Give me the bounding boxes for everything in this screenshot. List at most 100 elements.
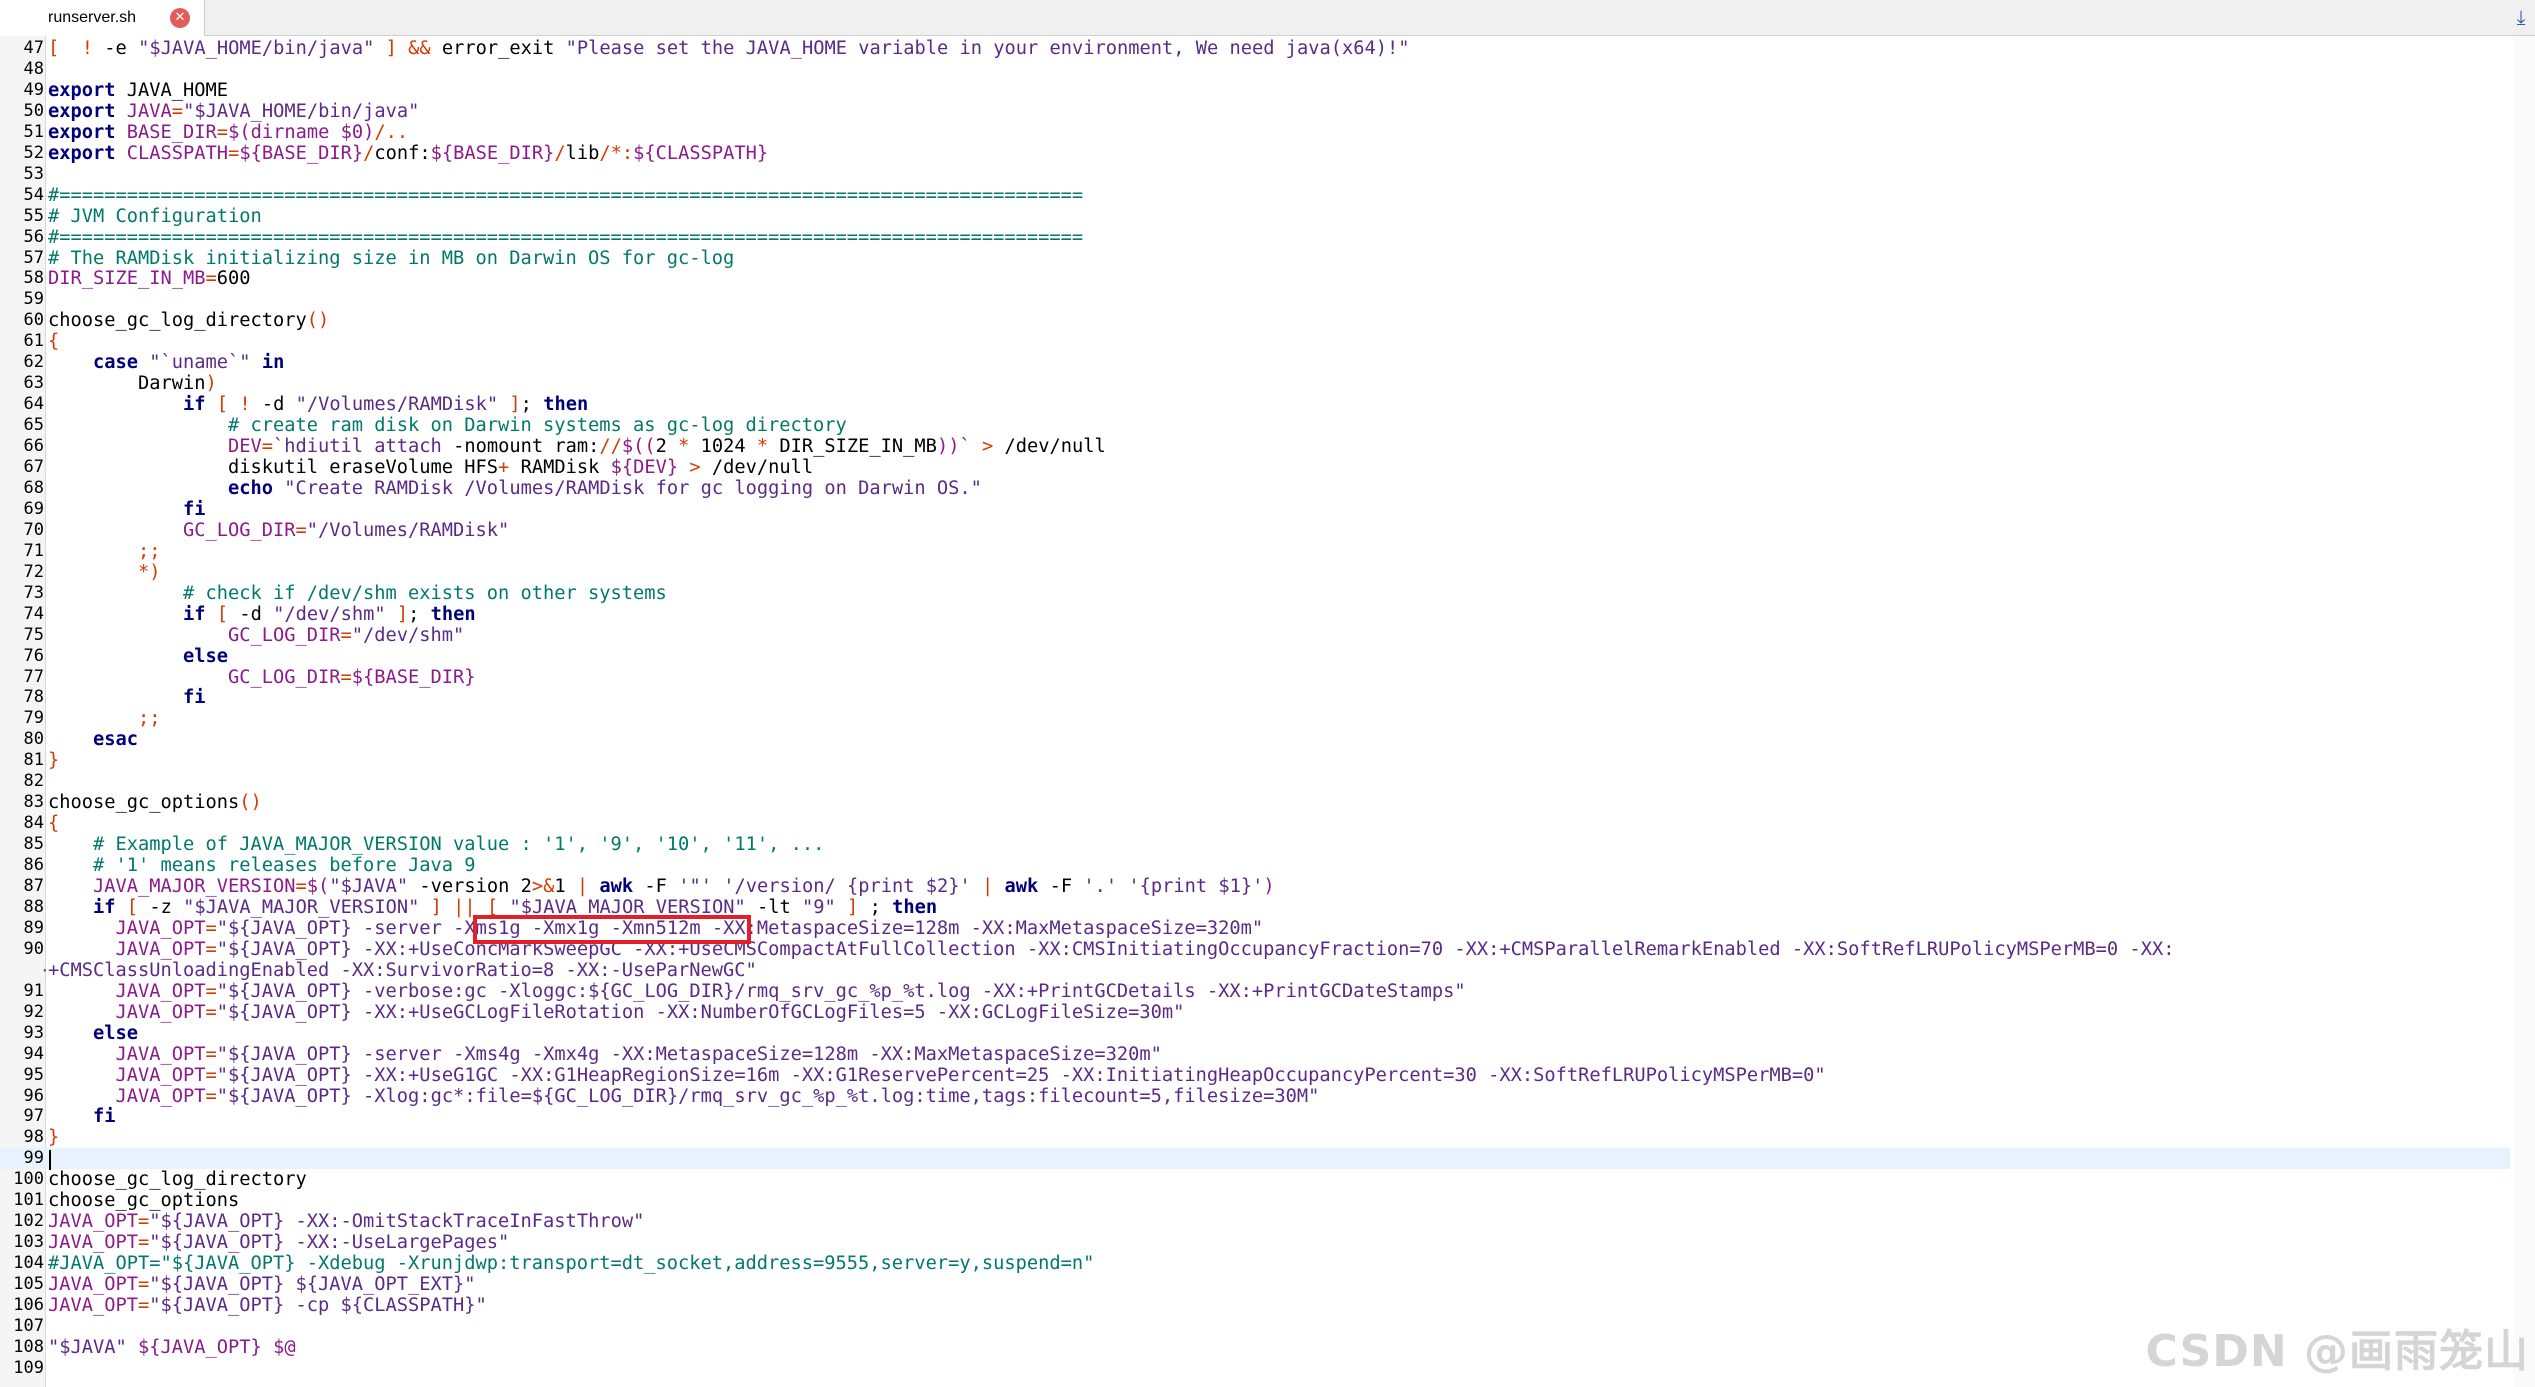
code-line[interactable]: 92 JAVA_OPT="${JAVA_OPT} -XX:+UseGCLogFi…	[0, 1002, 2510, 1023]
code-line[interactable]: 82	[0, 771, 2510, 792]
line-number: 75	[23, 624, 44, 645]
close-icon[interactable]: ✕	[170, 8, 190, 28]
code-token: =	[295, 876, 307, 897]
code-line[interactable]: 93 else	[0, 1023, 2510, 1044]
code-line[interactable]: 78 fi	[0, 687, 2510, 708]
code-line[interactable]: 97 fi	[0, 1106, 2510, 1127]
line-number: 55	[23, 205, 44, 226]
code-line[interactable]: 99	[0, 1148, 2510, 1170]
code-line[interactable]: 91 JAVA_OPT="${JAVA_OPT} -verbose:gc -Xl…	[0, 981, 2510, 1002]
code-token: 1	[554, 876, 577, 897]
code-line[interactable]: 104 #JAVA_OPT="${JAVA_OPT} -Xdebug -Xrunj…	[0, 1253, 2510, 1274]
line-number: 78	[23, 687, 44, 708]
code-line[interactable]: 98}	[0, 1127, 2510, 1148]
code-line[interactable]: 62 case "`uname`" in	[0, 352, 2510, 373]
code-line[interactable]: 96 JAVA_OPT="${JAVA_OPT} -Xlog:gc*:file=…	[0, 1086, 2510, 1107]
code-token: if	[93, 896, 116, 918]
code-line[interactable]: 77 GC_LOG_DIR=${BASE_DIR}	[0, 667, 2510, 688]
code-line[interactable]: 66 DEV=`hdiutil attach -nomount ram://$(…	[0, 436, 2510, 457]
down-arrow-icon[interactable]: ⤓	[2509, 5, 2533, 29]
code-line[interactable]: 107	[0, 1316, 2510, 1337]
code-line[interactable]: 94 JAVA_OPT="${JAVA_OPT} -server -Xms4g …	[0, 1044, 2510, 1065]
line-number: 85	[23, 834, 44, 855]
line-number: 69	[23, 498, 44, 519]
code-line[interactable]: 84{	[0, 813, 2510, 834]
code-line[interactable]: 74 if [ -d "/dev/shm" ]; then	[0, 604, 2510, 625]
code-token: ]	[396, 603, 409, 625]
code-line[interactable]: 108 "$JAVA" ${JAVA_OPT} $@	[0, 1337, 2510, 1358]
code-token: =	[205, 1001, 217, 1023]
code-line[interactable]: 69 fi	[0, 499, 2510, 520]
code-token: "/Volumes/RAMDisk"	[295, 394, 499, 416]
code-line[interactable]: 103 JAVA_OPT="${JAVA_OPT} -XX:-UseLargePa…	[0, 1232, 2510, 1253]
code-line[interactable]: 73 # check if /dev/shm exists on other s…	[0, 583, 2510, 604]
code-line[interactable]: 58 DIR_SIZE_IN_MB=600	[0, 268, 2510, 289]
code-line[interactable]: 86 # '1' means releases before Java 9	[0, 855, 2510, 876]
code-line[interactable]: 95 JAVA_OPT="${JAVA_OPT} -XX:+UseG1GC -X…	[0, 1065, 2510, 1086]
code-token: '{print $1}'	[1128, 876, 1264, 897]
code-line[interactable]: 81}	[0, 750, 2510, 771]
code-line[interactable]: 83 choose_gc_options()	[0, 792, 2510, 813]
tab-runserver[interactable]: runserver.sh ✕	[0, 0, 205, 36]
code-line[interactable]: 70 GC_LOG_DIR="/Volumes/RAMDisk"	[0, 520, 2510, 541]
line-number: 65	[23, 415, 44, 436]
code-line[interactable]: 64 if [ ! -d "/Volumes/RAMDisk" ]; then	[0, 394, 2510, 415]
code-line[interactable]: 76 else	[0, 646, 2510, 667]
code-line[interactable]: 79 ;;	[0, 708, 2510, 729]
code-line[interactable]: 48	[0, 59, 2510, 80]
code-line[interactable]: 59	[0, 289, 2510, 310]
code-line[interactable]: 72 *)	[0, 562, 2510, 583]
code-line[interactable]: 52 export CLASSPATH=${BASE_DIR}/conf:${BA…	[0, 143, 2510, 164]
line-code: GC_LOG_DIR="/Volumes/RAMDisk"	[48, 520, 509, 541]
code-line[interactable]: 60 choose_gc_log_directory()	[0, 310, 2510, 331]
code-token: ${BASE_DIR}	[430, 142, 555, 164]
code-line[interactable]: 63 Darwin)	[0, 373, 2510, 394]
code-token: choose_gc_options	[48, 792, 240, 814]
code-line[interactable]: 50 export JAVA="$JAVA_HOME/bin/java"	[0, 101, 2510, 122]
code-token: -e	[93, 38, 139, 59]
code-line[interactable]: · +CMSClassUnloadingEnabled -XX:SurvivorR…	[0, 960, 2510, 981]
code-line[interactable]: 55 # JVM Configuration	[0, 206, 2510, 227]
code-line[interactable]: 51 export BASE_DIR=$(dirname $0)/..	[0, 122, 2510, 143]
code-token: JAVA_OPT	[48, 1295, 139, 1316]
code-line[interactable]: 105 JAVA_OPT="${JAVA_OPT} ${JAVA_OPT_EXT}…	[0, 1274, 2510, 1295]
code-line[interactable]: 75 GC_LOG_DIR="/dev/shm"	[0, 625, 2510, 646]
code-line[interactable]: 67 diskutil eraseVolume HFS+ RAMDisk ${D…	[0, 457, 2510, 478]
code-line[interactable]: 68 echo "Create RAMDisk /Volumes/RAMDisk…	[0, 478, 2510, 499]
code-line[interactable]: 47[ ! -e "$JAVA_HOME/bin/java" ] && erro…	[0, 38, 2510, 59]
line-number: 101	[13, 1190, 44, 1211]
code-line[interactable]: 65 # create ram disk on Darwin systems a…	[0, 415, 2510, 436]
code-token: =	[340, 624, 352, 646]
line-code: GC_LOG_DIR=${BASE_DIR}	[48, 667, 476, 688]
code-line[interactable]: 56 #=====================================…	[0, 227, 2510, 248]
code-token: awk	[1004, 876, 1039, 897]
code-line[interactable]: 100 choose_gc_log_directory	[0, 1169, 2510, 1190]
code-token: choose_gc_options	[48, 1190, 240, 1212]
code-line[interactable]: 57 # The RAMDisk initializing size in MB …	[0, 248, 2510, 269]
code-line[interactable]: 71 ;;	[0, 541, 2510, 562]
line-number: 84	[23, 813, 44, 834]
code-line[interactable]: 87 JAVA_MAJOR_VERSION=$("$JAVA" -version…	[0, 876, 2510, 897]
code-token: GC_LOG_DIR	[228, 666, 341, 688]
code-line[interactable]: 80 esac	[0, 729, 2510, 750]
code-token: =	[205, 1064, 217, 1086]
code-line[interactable]: 106 JAVA_OPT="${JAVA_OPT} -cp ${CLASSPATH…	[0, 1295, 2510, 1316]
code-line[interactable]: 102 JAVA_OPT="${JAVA_OPT} -XX:-OmitStackT…	[0, 1211, 2510, 1232]
code-editor[interactable]: 47[ ! -e "$JAVA_HOME/bin/java" ] && erro…	[0, 36, 2535, 1387]
code-line[interactable]: 49 export JAVA_HOME	[0, 80, 2510, 101]
code-line[interactable]: 54 #=====================================…	[0, 185, 2510, 206]
code-line[interactable]: 61{	[0, 331, 2510, 352]
code-line[interactable]: 53	[0, 164, 2510, 185]
code-token: "${JAVA_OPT} -XX:+UseGCLogFileRotation -…	[216, 1001, 1185, 1023]
code-line[interactable]: 109	[0, 1358, 2510, 1379]
code-token: /	[363, 142, 375, 164]
code-token: '/version/ {print $2}'	[723, 876, 971, 897]
code-line[interactable]: 88 if [ -z "$JAVA_MAJOR_VERSION" ] || [ …	[0, 897, 2510, 918]
code-line[interactable]: 101 choose_gc_options	[0, 1190, 2510, 1211]
code-line[interactable]: 89 JAVA_OPT="${JAVA_OPT} -server -Xms1g …	[0, 918, 2510, 939]
code-line[interactable]: 90 JAVA_OPT="${JAVA_OPT} -XX:+UseConcMar…	[0, 939, 2510, 960]
line-number: 62	[23, 352, 44, 373]
code-line[interactable]: 85 # Example of JAVA_MAJOR_VERSION value…	[0, 834, 2510, 855]
